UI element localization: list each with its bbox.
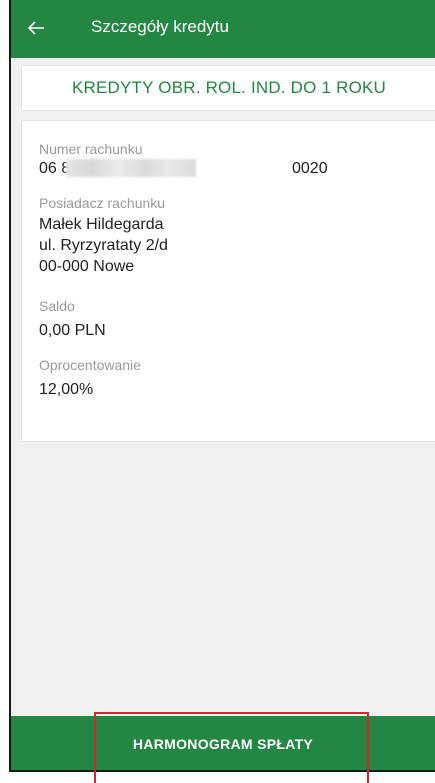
product-title-card: KREDYTY OBR. ROL. IND. DO 1 ROKU — [21, 65, 435, 111]
account-holder-city: 00-000 Nowe — [39, 258, 135, 275]
repayment-schedule-button[interactable]: HARMONOGRAM SPŁATY — [133, 736, 313, 752]
app-bar: Szczegóły kredytu — [11, 0, 435, 58]
account-number-suffix: 0020 — [292, 160, 328, 177]
arrow-left-icon[interactable] — [24, 16, 48, 40]
app-screen: Szczegóły kredytu KREDYTY OBR. ROL. IND.… — [9, 0, 435, 772]
page-title: Szczegóły kredytu — [91, 17, 229, 36]
balance-label: Saldo — [39, 298, 75, 314]
account-holder-label: Posiadacz rachunku — [39, 195, 166, 211]
interest-rate-value: 12,00% — [39, 381, 94, 398]
product-name: KREDYTY OBR. ROL. IND. DO 1 ROKU — [71, 78, 387, 97]
balance-value: 0,00 PLN — [39, 322, 106, 339]
account-holder-street: ul. Ryrzyrataty 2/d — [39, 237, 168, 254]
interest-rate-label: Oprocentowanie — [39, 357, 141, 373]
account-number-label: Numer rachunku — [39, 141, 143, 157]
loan-details-card: Numer rachunku 06 8 0020 Posiadacz rachu… — [21, 120, 435, 442]
bottom-action-bar: HARMONOGRAM SPŁATY — [11, 716, 435, 770]
account-holder-name: Małek Hildegarda — [39, 216, 164, 233]
masked-account-number — [66, 159, 196, 177]
